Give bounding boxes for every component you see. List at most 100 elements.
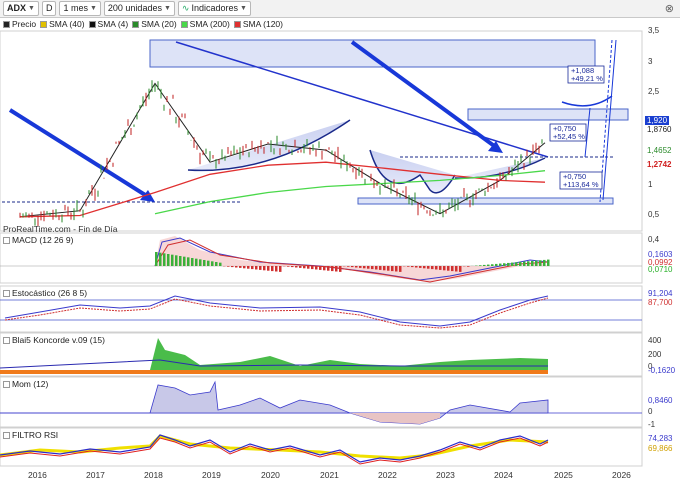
macd-bar <box>407 266 410 267</box>
macd-bar <box>535 260 538 266</box>
ann-mid-b: +52,45 % <box>553 132 585 141</box>
macd-bar <box>291 266 294 268</box>
macd-bar <box>543 259 546 266</box>
macd-bar <box>431 266 434 270</box>
x-axis-label: 2024 <box>494 470 513 480</box>
macd-bar <box>243 266 246 269</box>
price-axis-label: 0,5 <box>648 210 660 219</box>
macd-bar <box>483 264 486 266</box>
checkbox-icon <box>3 431 10 439</box>
macd-bar <box>187 257 190 266</box>
macd-bar <box>239 266 242 268</box>
macd-bar <box>319 266 322 270</box>
x-axis-label: 2020 <box>261 470 280 480</box>
macd-bar <box>215 262 218 266</box>
macd-bar <box>507 262 510 266</box>
price-overlays <box>2 39 629 205</box>
macd-bar <box>519 261 522 266</box>
macd-bar <box>395 266 398 272</box>
checkbox-icon <box>3 380 10 388</box>
macd-bar <box>467 266 470 267</box>
macd-pane <box>0 232 643 284</box>
macd-bar <box>307 266 310 269</box>
pane-title-macd: MACD (12 26 9) <box>3 235 74 245</box>
macd-bar <box>459 266 462 272</box>
macd-bar <box>387 266 390 271</box>
macd-bar <box>547 259 550 266</box>
macd-bar <box>443 266 446 271</box>
x-axis-label: 2023 <box>436 470 455 480</box>
series-line-sma-200- <box>154 170 546 215</box>
macd-bar <box>255 266 258 270</box>
macd-bar <box>447 266 450 271</box>
filtro-pane <box>0 427 643 467</box>
macd-bar <box>347 266 350 267</box>
macd-bar <box>175 255 178 266</box>
series-line-sma-120- <box>19 161 546 218</box>
macd-bar <box>423 266 426 269</box>
blai5-axis-label: 200 <box>648 350 662 359</box>
macd-axis-label: 0,4 <box>648 235 660 244</box>
macd-bar <box>259 266 262 270</box>
macd-bar <box>247 266 250 269</box>
macd-bar <box>331 266 334 272</box>
macd-bar <box>335 266 338 272</box>
macd-bar <box>371 266 374 270</box>
macd-bar <box>419 266 422 268</box>
macd-bar <box>539 260 542 266</box>
x-axis-label: 2021 <box>320 470 339 480</box>
resistance-box-top <box>149 39 596 68</box>
macd-bar <box>415 266 418 268</box>
macd-bar <box>367 266 370 269</box>
annotation-boxes: +1,088 +49,21 % +0,750 +52,45 % +0,750 +… <box>549 65 605 190</box>
macd-bar <box>163 253 166 266</box>
macd-bar <box>323 266 326 271</box>
macd-bar <box>159 252 162 266</box>
macd-bar <box>527 261 530 266</box>
arrow-left <box>8 108 152 200</box>
macd-bar <box>359 266 362 268</box>
x-axis-label: 2017 <box>86 470 105 480</box>
macd-bar <box>179 256 182 266</box>
macd-bar <box>267 266 270 271</box>
macd-axis-label: 0,0710 <box>648 265 673 274</box>
macd-bar <box>219 262 222 266</box>
macd-bar <box>355 266 358 268</box>
macd-bar <box>199 259 202 266</box>
macd-bar <box>271 266 274 272</box>
macd-bar <box>495 263 498 266</box>
mom-axis-label: -1 <box>648 420 656 429</box>
ann-top-b: +49,21 % <box>571 74 603 83</box>
projection-curve <box>561 95 613 107</box>
filtro-axis-label: 74,283 <box>648 434 673 443</box>
mom-axis-label: 0 <box>648 407 653 416</box>
stoch-drawing <box>0 295 642 329</box>
price-axis-label: 3,5 <box>648 26 660 35</box>
pane-title-blai5: Blai5 Koncorde v.09 (15) <box>3 335 105 345</box>
macd-bar <box>167 254 170 266</box>
price-tag: 1,2742 <box>645 160 674 170</box>
checkbox-icon <box>3 289 10 297</box>
price-axis-label: 1 <box>648 180 653 189</box>
macd-bar <box>263 266 266 271</box>
macd-bar <box>287 266 290 267</box>
macd-bar <box>511 262 514 266</box>
macd-bar <box>375 266 378 270</box>
macd-bar <box>515 262 518 266</box>
macd-bar <box>399 266 402 272</box>
pane-title-filtro: FILTRO RSI <box>3 430 59 440</box>
source-label: ProRealTime.com - Fin de Día <box>3 224 118 234</box>
macd-bar <box>499 263 502 266</box>
x-axis-label: 2018 <box>144 470 163 480</box>
macd-bar <box>227 266 230 267</box>
macd-bar <box>275 266 278 272</box>
mom-axis-label: 0,8460 <box>648 396 673 405</box>
macd-bar <box>491 264 494 266</box>
macd-bar <box>303 266 306 269</box>
macd-bar <box>391 266 394 272</box>
price-tag: 1,4652 <box>645 146 674 156</box>
macd-bar <box>231 266 234 268</box>
macd-bar <box>279 266 282 272</box>
macd-drawing <box>0 236 642 283</box>
x-axis-label: 2016 <box>28 470 47 480</box>
